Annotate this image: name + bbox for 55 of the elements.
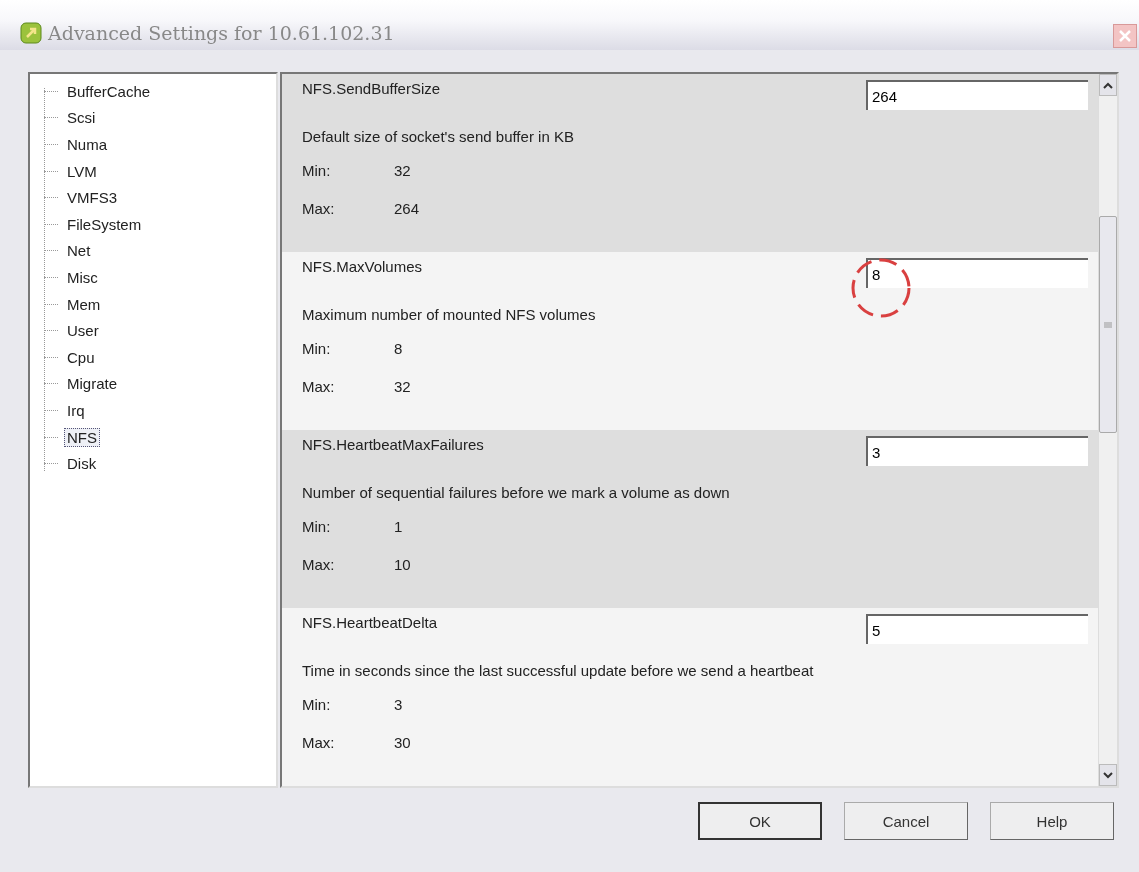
- scrollbar[interactable]: [1098, 74, 1117, 786]
- max-label: Max:: [302, 200, 336, 217]
- dialog-button[interactable]: OK: [698, 802, 822, 840]
- min-label: Min:: [302, 162, 332, 179]
- setting-name: NFS.HeartbeatDelta: [302, 614, 438, 631]
- setting-description: Maximum number of mounted NFS volumes: [302, 306, 596, 323]
- setting-description: Default size of socket's send buffer in KB: [302, 128, 574, 145]
- tree-item[interactable]: Cpu: [64, 347, 98, 367]
- tree-item[interactable]: User: [64, 321, 102, 341]
- setting-name: NFS.SendBufferSize: [302, 80, 441, 97]
- value-field[interactable]: 3: [866, 436, 1088, 466]
- min-label: Min:: [302, 696, 332, 713]
- tree-item[interactable]: Net: [64, 241, 94, 261]
- scroll-up-icon: [1103, 81, 1113, 89]
- max-value: 10: [394, 556, 411, 573]
- tree-item[interactable]: NFS: [64, 427, 100, 447]
- setting-description: Time in seconds since the last successful update before we send a heartbeat: [302, 662, 814, 679]
- min-value: 32: [394, 162, 411, 179]
- setting-name: NFS.HeartbeatMaxFailures: [302, 436, 484, 453]
- tree-item[interactable]: Disk: [64, 454, 100, 474]
- dialog-button[interactable]: Help: [990, 802, 1114, 840]
- close-icon: [1118, 29, 1132, 43]
- value-field[interactable]: 264: [866, 80, 1088, 110]
- window-title: Advanced Settings for 10.61.102.31: [48, 22, 395, 44]
- min-label: Min:: [302, 518, 332, 535]
- max-label: Max:: [302, 556, 336, 573]
- max-value: 264: [394, 200, 420, 217]
- tree-item[interactable]: BufferCache: [64, 81, 154, 101]
- grip-icon: [1104, 320, 1112, 329]
- dialog-button[interactable]: Cancel: [844, 802, 968, 840]
- tree-item[interactable]: Migrate: [64, 374, 121, 394]
- close-button[interactable]: [1113, 24, 1137, 48]
- min-value: 3: [394, 696, 403, 713]
- value-field[interactable]: 5: [866, 614, 1088, 644]
- tree-item[interactable]: Irq: [64, 400, 88, 420]
- value-field[interactable]: 8: [866, 258, 1088, 288]
- min-value: 1: [394, 518, 403, 535]
- max-value: 30: [394, 734, 411, 751]
- setting-name: NFS.MaxVolumes: [302, 258, 423, 275]
- tree-item[interactable]: FileSystem: [64, 214, 145, 234]
- tree-item[interactable]: Misc: [64, 267, 101, 287]
- max-label: Max:: [302, 378, 336, 395]
- setting-description: Number of sequential failures before we mark a volume as down: [302, 484, 730, 501]
- max-value: 32: [394, 378, 411, 395]
- scroll-thumb[interactable]: [1099, 216, 1117, 433]
- max-label: Max:: [302, 734, 336, 751]
- tree-item[interactable]: Numa: [64, 135, 110, 154]
- tree-item[interactable]: VMFS3: [64, 188, 120, 208]
- min-value: 8: [394, 340, 403, 357]
- tree-item[interactable]: LVM: [64, 161, 100, 181]
- min-label: Min:: [302, 340, 332, 357]
- tree-item[interactable]: Mem: [64, 294, 104, 314]
- app-logo-icon: [20, 22, 42, 44]
- scroll-down-icon: [1103, 771, 1113, 779]
- tree-item[interactable]: Scsi: [64, 108, 99, 128]
